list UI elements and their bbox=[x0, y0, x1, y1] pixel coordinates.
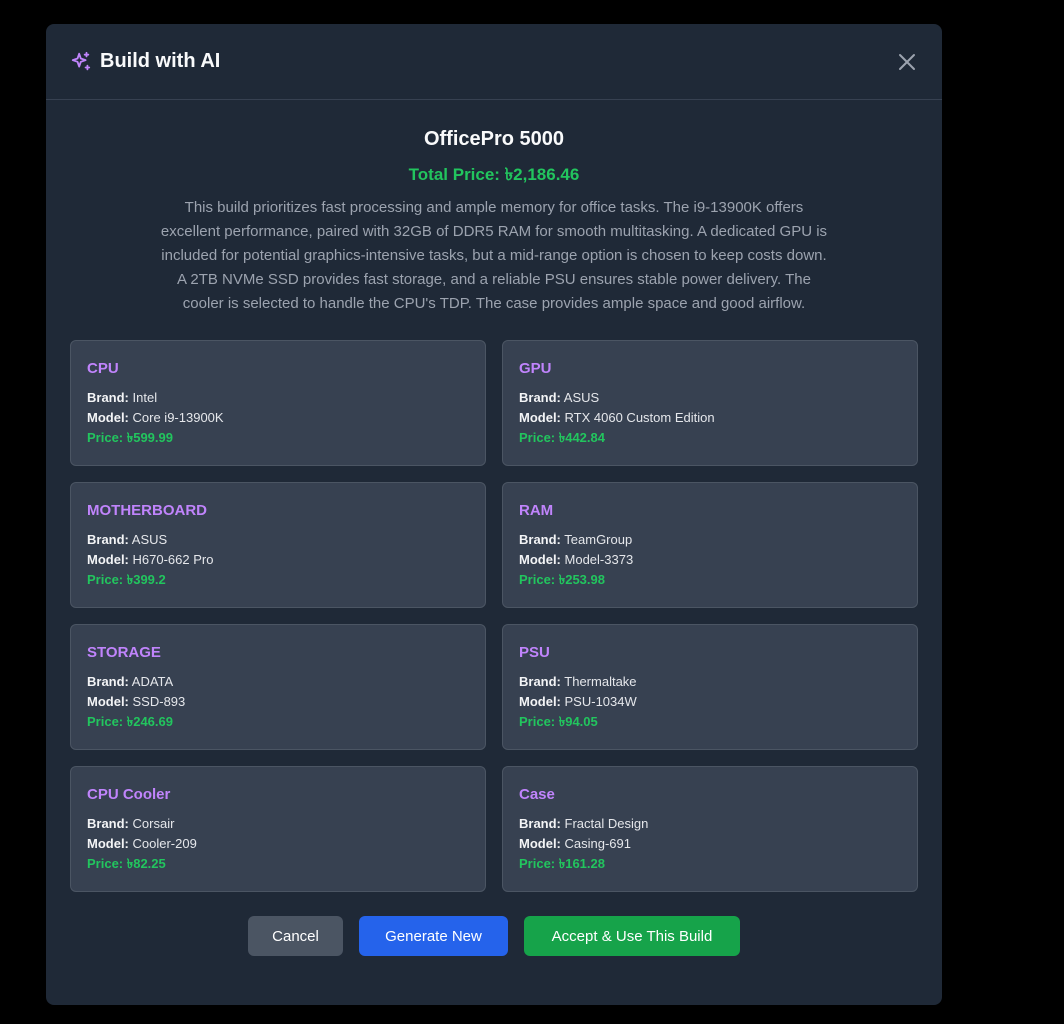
modal-body: OfficePro 5000 Total Price: ৳2,186.46 Th… bbox=[46, 126, 942, 956]
component-brand: Brand: Fractal Design bbox=[519, 816, 649, 831]
component-card-ram: RAM Brand: TeamGroup Model: Model-3373 P… bbox=[502, 482, 918, 608]
close-icon bbox=[899, 54, 915, 70]
build-name: OfficePro 5000 bbox=[423, 128, 565, 150]
component-price: Price: ৳253.98 bbox=[519, 572, 605, 587]
sparkle-icon bbox=[70, 51, 92, 73]
modal-title: Build with AI bbox=[70, 50, 220, 73]
component-brand: Brand: TeamGroup bbox=[519, 532, 633, 547]
modal-title-text: Build with AI bbox=[100, 50, 221, 72]
component-type: Case bbox=[519, 786, 555, 803]
components-grid: CPU Brand: Intel Model: Core i9-13900K P… bbox=[70, 340, 918, 892]
modal-footer: Cancel Generate New Accept & Use This Bu… bbox=[70, 916, 918, 956]
modal-header: Build with AI bbox=[46, 24, 942, 100]
component-card-storage: STORAGE Brand: ADATA Model: SSD-893 Pric… bbox=[70, 624, 486, 750]
total-price: Total Price: ৳2,186.46 bbox=[408, 165, 580, 184]
cancel-button[interactable]: Cancel bbox=[248, 916, 343, 956]
component-type: GPU bbox=[519, 360, 552, 377]
component-model: Model: Core i9-13900K bbox=[87, 410, 224, 425]
component-type: MOTHERBOARD bbox=[87, 502, 207, 519]
component-card-psu: PSU Brand: Thermaltake Model: PSU-1034W … bbox=[502, 624, 918, 750]
component-type: STORAGE bbox=[87, 644, 161, 661]
component-model: Model: Cooler-209 bbox=[87, 836, 197, 851]
component-brand: Brand: ADATA bbox=[87, 674, 174, 689]
component-card-cpu: CPU Brand: Intel Model: Core i9-13900K P… bbox=[70, 340, 486, 466]
component-brand: Brand: Intel bbox=[87, 390, 158, 405]
component-model: Model: Model-3373 bbox=[519, 552, 634, 567]
component-brand: Brand: ASUS bbox=[87, 532, 168, 547]
build-with-ai-modal: Build with AI OfficePro 5000 Total Price… bbox=[46, 24, 942, 1005]
component-price: Price: ৳599.99 bbox=[87, 430, 173, 445]
component-type: RAM bbox=[519, 502, 554, 519]
component-card-cpu-cooler: CPU Cooler Brand: Corsair Model: Cooler-… bbox=[70, 766, 486, 892]
component-model: Model: Casing-691 bbox=[519, 836, 632, 851]
component-price: Price: ৳82.25 bbox=[87, 856, 166, 871]
component-price: Price: ৳246.69 bbox=[87, 714, 173, 729]
component-price: Price: ৳399.2 bbox=[87, 572, 166, 587]
component-brand: Brand: Corsair bbox=[87, 816, 175, 831]
component-model: Model: RTX 4060 Custom Edition bbox=[519, 410, 715, 425]
component-model: Model: SSD-893 bbox=[87, 694, 186, 709]
component-brand: Brand: Thermaltake bbox=[519, 674, 637, 689]
build-description: This build prioritizes fast processing a… bbox=[160, 199, 828, 312]
close-button[interactable] bbox=[896, 51, 918, 73]
component-price: Price: ৳94.05 bbox=[519, 714, 598, 729]
component-card-motherboard: MOTHERBOARD Brand: ASUS Model: H670-662 … bbox=[70, 482, 486, 608]
component-card-case: Case Brand: Fractal Design Model: Casing… bbox=[502, 766, 918, 892]
component-price: Price: ৳161.28 bbox=[519, 856, 605, 871]
generate-new-button[interactable]: Generate New bbox=[359, 916, 508, 956]
accept-build-button[interactable]: Accept & Use This Build bbox=[524, 916, 740, 956]
component-type: PSU bbox=[519, 644, 550, 661]
component-brand: Brand: ASUS bbox=[519, 390, 600, 405]
component-card-gpu: GPU Brand: ASUS Model: RTX 4060 Custom E… bbox=[502, 340, 918, 466]
component-type: CPU bbox=[87, 360, 119, 377]
component-model: Model: H670-662 Pro bbox=[87, 552, 214, 567]
component-price: Price: ৳442.84 bbox=[519, 430, 605, 445]
component-model: Model: PSU-1034W bbox=[519, 694, 637, 709]
component-type: CPU Cooler bbox=[87, 786, 171, 803]
